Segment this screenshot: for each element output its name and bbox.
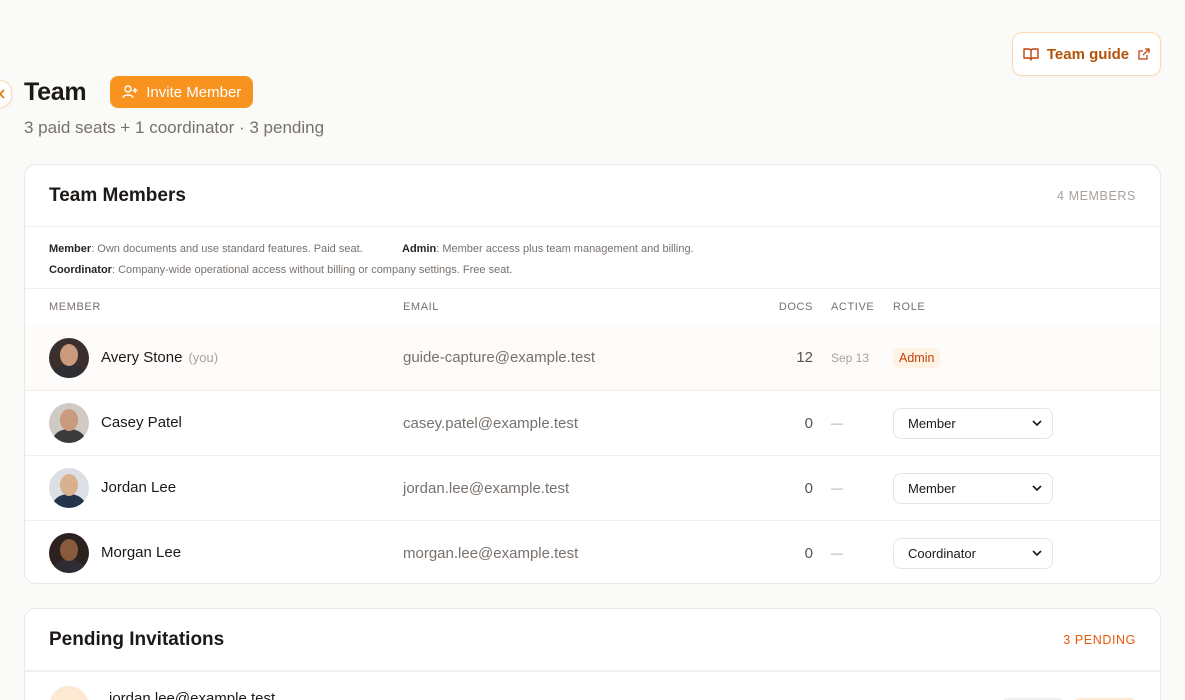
chevron-down-icon	[1032, 485, 1042, 491]
member-active: —	[831, 481, 843, 495]
column-header-docs: DOCS	[778, 301, 813, 313]
column-header-email: EMAIL	[403, 301, 440, 313]
pending-invitations-card: Pending Invitations 3 PENDING jordan.lee…	[24, 608, 1161, 700]
avatar	[49, 468, 89, 508]
seat-summary: 3 paid seats + 1 coordinator · 3 pending	[24, 118, 325, 137]
table-row: Casey Patel casey.patel@example.test 0 —…	[25, 390, 1160, 455]
avatar	[49, 403, 89, 443]
team-members-header: Team Members 4 MEMBERS	[25, 165, 1160, 227]
book-open-icon	[1023, 48, 1039, 61]
mail-icon	[49, 686, 89, 700]
avatar	[49, 337, 89, 378]
legend-coordinator-desc: : Company-wide operational access withou…	[111, 264, 513, 276]
you-label: (you)	[188, 349, 219, 365]
member-email: jordan.lee@example.test	[403, 479, 570, 497]
member-active: Sep 13	[831, 350, 870, 365]
team-guide-label: Team guide	[1046, 45, 1130, 63]
team-members-title: Team Members	[49, 184, 186, 206]
member-docs: 0	[804, 544, 813, 562]
role-select[interactable]: Member	[893, 472, 1053, 504]
member-name: Jordan Lee	[101, 479, 177, 496]
role-select-value: Member	[908, 415, 956, 431]
chevron-left-icon	[0, 89, 5, 99]
invite-member-button[interactable]: Invite Member	[110, 76, 254, 108]
table-header: MEMBER EMAIL DOCS ACTIVE ROLE	[25, 289, 1160, 325]
page-title: Team	[24, 77, 87, 106]
pending-count: 3 PENDING	[1063, 632, 1136, 647]
member-docs: 0	[804, 479, 813, 497]
member-email: guide-capture@example.test	[403, 349, 595, 366]
team-members-card: Team Members 4 MEMBERS Member: Own docum…	[24, 164, 1161, 584]
team-guide-button[interactable]: Team guide	[1012, 32, 1161, 76]
member-docs: 12	[796, 349, 813, 366]
member-active: —	[831, 416, 843, 430]
legend-admin-term: Admin	[402, 243, 437, 255]
legend-admin-desc: : Member access plus team management and…	[436, 243, 694, 255]
invite-member-label: Invite Member	[146, 83, 242, 101]
sidebar-collapse-toggle[interactable]	[0, 80, 12, 108]
member-email: casey.patel@example.test	[403, 414, 579, 432]
pending-invitations-header: Pending Invitations 3 PENDING	[25, 609, 1160, 671]
user-plus-icon	[122, 85, 138, 99]
members-count: 4 MEMBERS	[1056, 188, 1136, 203]
legend-coordinator-term: Coordinator	[49, 264, 112, 276]
table-row: Jordan Lee jordan.lee@example.test 0 — M…	[25, 455, 1160, 520]
page-header: Team Invite Member	[24, 76, 254, 108]
role-legend: Member: Own documents and use standard f…	[25, 227, 1160, 289]
role-select-value: Coordinator	[908, 545, 976, 561]
legend-member-desc: : Own documents and use standard feature…	[91, 243, 363, 255]
avatar	[49, 533, 89, 573]
table-row: Avery Stone (you) guide-capture@example.t…	[25, 325, 1160, 390]
pending-invitations-title: Pending Invitations	[49, 628, 225, 650]
member-email: morgan.lee@example.test	[403, 544, 579, 562]
member-name: Casey Patel	[101, 414, 182, 431]
member-active: —	[831, 546, 843, 560]
member-name: Morgan Lee	[101, 544, 182, 561]
column-header-active: ACTIVE	[831, 301, 875, 313]
chevron-down-icon	[1032, 550, 1042, 556]
pending-email: jordan.lee@example.test	[109, 690, 276, 700]
role-select[interactable]: Member	[893, 407, 1053, 439]
chevron-down-icon	[1032, 420, 1042, 426]
role-select-value: Member	[908, 480, 956, 496]
column-header-member: MEMBER	[49, 301, 101, 313]
column-header-role: ROLE	[893, 301, 926, 313]
members-table-body: Avery Stone (you) guide-capture@example.t…	[25, 325, 1160, 583]
member-name: Avery Stone	[101, 348, 183, 366]
external-link-icon	[1138, 47, 1150, 60]
member-docs: 0	[804, 414, 813, 432]
role-select[interactable]: Coordinator	[893, 537, 1053, 569]
role-badge: Admin	[893, 347, 941, 368]
table-row: Morgan Lee morgan.lee@example.test 0 — C…	[25, 520, 1160, 583]
list-item: jordan.lee@example.test	[25, 671, 1160, 700]
legend-member-term: Member	[49, 243, 92, 255]
